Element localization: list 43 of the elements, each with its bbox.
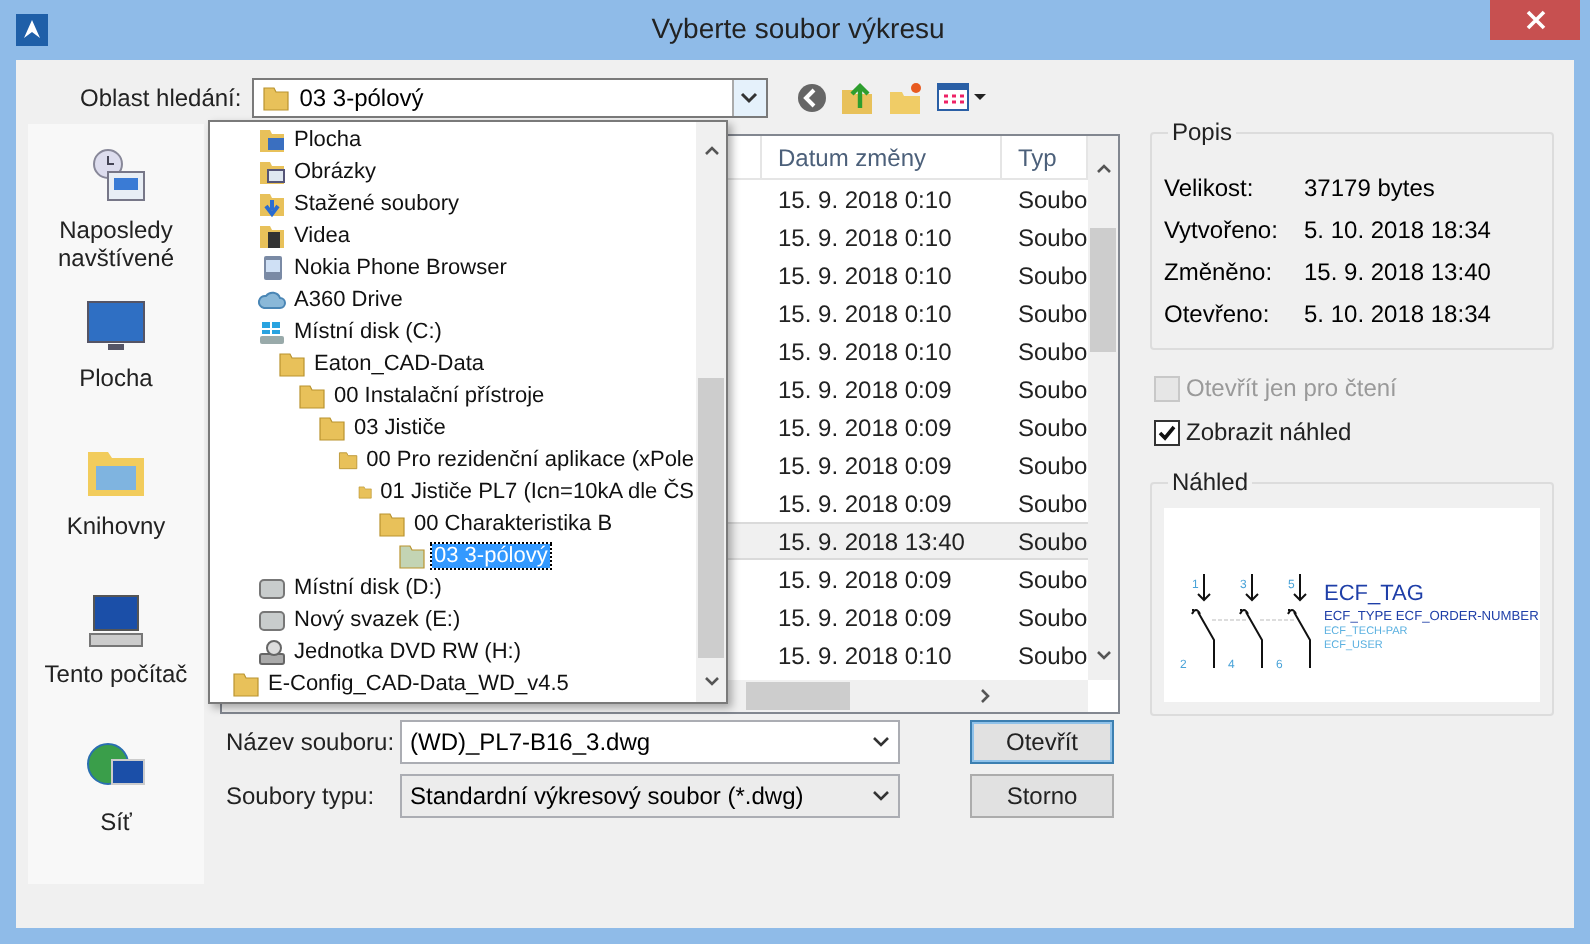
field-label: Změněno: bbox=[1164, 258, 1275, 286]
table-cell-text: 15. 9. 2018 0:10 bbox=[776, 337, 954, 365]
table-cell-text: 15. 9. 2018 0:10 bbox=[776, 261, 954, 289]
table-cell-text: 15. 9. 2018 0:09 bbox=[776, 413, 954, 441]
table-cell-text: Soubo bbox=[1016, 527, 1088, 555]
table-cell-text: Soubo bbox=[1016, 565, 1088, 593]
table-cell-text: Soubo bbox=[1016, 299, 1088, 327]
field-value: 5. 10. 2018 18:34 bbox=[1304, 216, 1493, 244]
table-cell-text: 15. 9. 2018 0:10 bbox=[776, 223, 954, 251]
field-label: Otevřeno: bbox=[1164, 300, 1272, 328]
field-value: 5. 10. 2018 18:34 bbox=[1304, 300, 1493, 328]
table-cell-text: Soubo bbox=[1016, 375, 1088, 403]
checkbox-label: Otevřít jen pro čtení bbox=[1186, 374, 1397, 402]
table-cell-text: 15. 9. 2018 0:09 bbox=[776, 451, 954, 479]
table-cell-text: Soubo bbox=[1016, 185, 1088, 213]
table-cell-text: 15. 9. 2018 0:09 bbox=[776, 603, 954, 631]
table-cell-text: Soubo bbox=[1016, 337, 1088, 365]
look-in-label: Oblast hledání: bbox=[80, 84, 242, 112]
table-cell-text: Soubo bbox=[1016, 413, 1088, 441]
table-cell-text: Soubo bbox=[1016, 223, 1088, 251]
table-cell-text: 15. 9. 2018 0:10 bbox=[776, 185, 954, 213]
table-cell-text: Soubo bbox=[1016, 489, 1088, 517]
group-title: Popis bbox=[1168, 118, 1237, 146]
table-cell-text: 15. 9. 2018 0:10 bbox=[776, 299, 954, 327]
table-cell-text: Soubo bbox=[1016, 641, 1088, 669]
table-cell-text: 15. 9. 2018 0:10 bbox=[776, 641, 954, 669]
table-cell-text: 15. 9. 2018 0:09 bbox=[776, 375, 954, 403]
field-value: 37179 bytes bbox=[1304, 174, 1437, 202]
group-title: Náhled bbox=[1168, 468, 1253, 496]
window-title: Vyberte soubor výkresu bbox=[649, 12, 947, 44]
table-cell-text: Soubo bbox=[1016, 451, 1088, 479]
table-cell-text: 15. 9. 2018 0:09 bbox=[776, 565, 954, 593]
file-type-label: Soubory typu: bbox=[226, 782, 377, 810]
table-cell-text: Soubo bbox=[1016, 261, 1088, 289]
table-cell-text: Soubo bbox=[1016, 603, 1088, 631]
field-label: Vytvořeno: bbox=[1164, 216, 1280, 244]
table-cell-text: 15. 9. 2018 0:09 bbox=[776, 489, 954, 517]
checkbox-label: Zobrazit náhled bbox=[1186, 418, 1352, 446]
field-label: Velikost: bbox=[1164, 174, 1256, 202]
field-value: 15. 9. 2018 13:40 bbox=[1304, 258, 1493, 286]
tag-text: ECF_TAG bbox=[1324, 582, 1424, 606]
table-cell-text: 15. 9. 2018 13:40 bbox=[776, 527, 967, 555]
file-name-label: Název souboru: bbox=[226, 728, 397, 756]
